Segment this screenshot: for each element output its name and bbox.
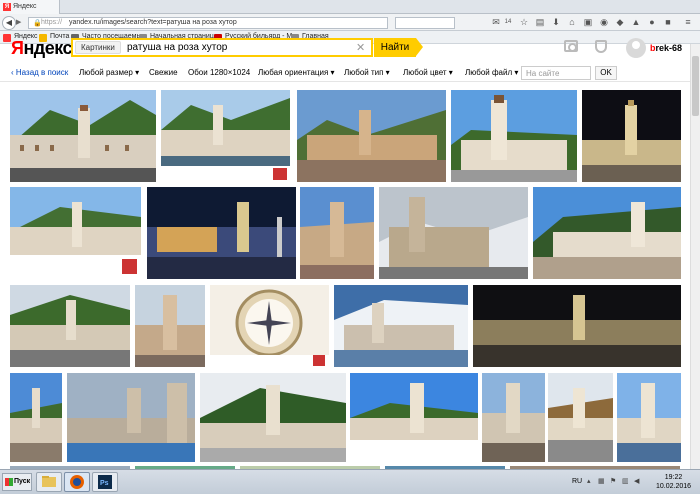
image-result[interactable]: [473, 285, 681, 367]
taskbar-app-photoshop[interactable]: Ps: [92, 472, 118, 492]
image-result[interactable]: [482, 373, 545, 462]
svg-text:Ps: Ps: [100, 480, 109, 487]
clock-time: 19:22: [664, 474, 683, 481]
extension-icon[interactable]: ▲: [630, 16, 642, 28]
image-result[interactable]: [210, 285, 329, 367]
extension-icon[interactable]: ●: [646, 16, 658, 28]
extension-icon[interactable]: ◆: [614, 16, 626, 28]
fresh-filter[interactable]: Свежие: [149, 68, 178, 77]
browser-tab[interactable]: Я Яндекс: [0, 0, 60, 14]
tab-title: Яндекс: [13, 3, 37, 10]
notification-count: 14: [504, 19, 512, 25]
camera-icon[interactable]: [564, 40, 578, 52]
download-icon[interactable]: ⬇: [550, 16, 562, 28]
image-result[interactable]: [161, 90, 290, 182]
image-result[interactable]: [200, 373, 346, 462]
image-result[interactable]: [350, 373, 478, 462]
yandex-icon: [3, 34, 11, 42]
taskbar-app-firefox[interactable]: [64, 472, 90, 492]
back-icon[interactable]: ◀: [2, 16, 16, 30]
avatar[interactable]: [626, 38, 646, 58]
tray-arrow-icon[interactable]: ▴: [587, 478, 595, 486]
mail-icon[interactable]: ✉: [490, 16, 502, 28]
url-scheme: https://: [41, 19, 63, 26]
yandex-favicon-icon: Я: [3, 3, 11, 11]
yandex-logo[interactable]: Яндекс: [11, 38, 73, 59]
image-result[interactable]: [297, 90, 446, 182]
image-result[interactable]: [533, 187, 681, 279]
image-result[interactable]: [10, 90, 156, 182]
image-result[interactable]: [617, 373, 681, 462]
wallpaper-filter[interactable]: Обои 1280×1024: [188, 68, 250, 77]
browser-search-input[interactable]: [395, 17, 455, 29]
shield-icon[interactable]: [595, 40, 607, 53]
address-field[interactable]: 🔒 https:// yandex.ru/images/search?text=…: [28, 17, 388, 29]
star-icon[interactable]: ☆: [518, 16, 530, 28]
browser-titlebar: Я Яндекс: [0, 0, 700, 14]
image-result[interactable]: [10, 187, 141, 279]
site-input[interactable]: На сайте: [521, 66, 591, 80]
scrollbar-thumb[interactable]: [692, 56, 699, 116]
category-button[interactable]: Картинки: [75, 41, 121, 54]
taskbar-app-explorer[interactable]: [36, 472, 62, 492]
file-filter[interactable]: Любой файл ▾: [465, 68, 518, 77]
image-result[interactable]: [10, 285, 130, 367]
clear-icon[interactable]: ✕: [356, 41, 365, 54]
keyboard-icon[interactable]: ▦: [598, 478, 606, 486]
image-result[interactable]: [10, 373, 62, 462]
extension-icon[interactable]: ▣: [582, 16, 594, 28]
username[interactable]: brek-68: [650, 43, 682, 53]
find-button[interactable]: Найти: [374, 38, 423, 57]
start-button[interactable]: Пуск: [2, 473, 32, 491]
toolbar-icons: ✉ 14 ☆ ▤ ⬇ ⌂ ▣ ◉ ◆ ▲ ● ■ ≡: [460, 16, 700, 30]
url-text: yandex.ru/images/search?text=ратуша на р…: [69, 19, 237, 26]
image-result[interactable]: [582, 90, 681, 182]
windows-icon: [5, 478, 13, 486]
extension-icon[interactable]: ■: [662, 16, 674, 28]
image-result[interactable]: [147, 187, 296, 279]
taskbar: Пуск Ps RU ▴ ▦ ⚑ ▥ ◀ 19:22 10.02.2016: [0, 469, 700, 494]
image-result[interactable]: [451, 90, 577, 182]
clock-date: 10.02.2016: [656, 483, 692, 490]
type-filter[interactable]: Любой тип ▾: [344, 68, 390, 77]
network-icon[interactable]: ▥: [622, 478, 630, 486]
language-indicator[interactable]: RU: [572, 478, 582, 485]
extension-icon[interactable]: ◉: [598, 16, 610, 28]
color-filter[interactable]: Любой цвет ▾: [403, 68, 453, 77]
size-filter[interactable]: Любой размер ▾: [79, 68, 139, 77]
reading-list-icon[interactable]: ▤: [534, 16, 546, 28]
image-result[interactable]: [300, 187, 374, 279]
back-to-search-link[interactable]: ‹ Назад в поиск: [11, 68, 68, 77]
image-result[interactable]: [135, 285, 205, 367]
home-icon[interactable]: ⌂: [566, 16, 578, 28]
orientation-filter[interactable]: Любая ориентация ▾: [258, 68, 335, 77]
clock[interactable]: 19:22 10.02.2016: [656, 473, 691, 491]
image-result[interactable]: [379, 187, 528, 279]
ok-button[interactable]: OK: [595, 66, 617, 80]
image-result[interactable]: [67, 373, 195, 462]
volume-icon[interactable]: ◀: [634, 478, 642, 486]
image-result[interactable]: [548, 373, 613, 462]
menu-icon[interactable]: ≡: [682, 16, 694, 28]
search-box[interactable]: Картинки ратуша на роза хутор ✕: [71, 38, 373, 57]
image-result[interactable]: [334, 285, 468, 367]
flag-icon[interactable]: ⚑: [610, 478, 618, 486]
search-input[interactable]: ратуша на роза хутор: [127, 42, 227, 53]
vertical-scrollbar[interactable]: [690, 44, 700, 469]
forward-icon[interactable]: ▶: [16, 18, 25, 28]
